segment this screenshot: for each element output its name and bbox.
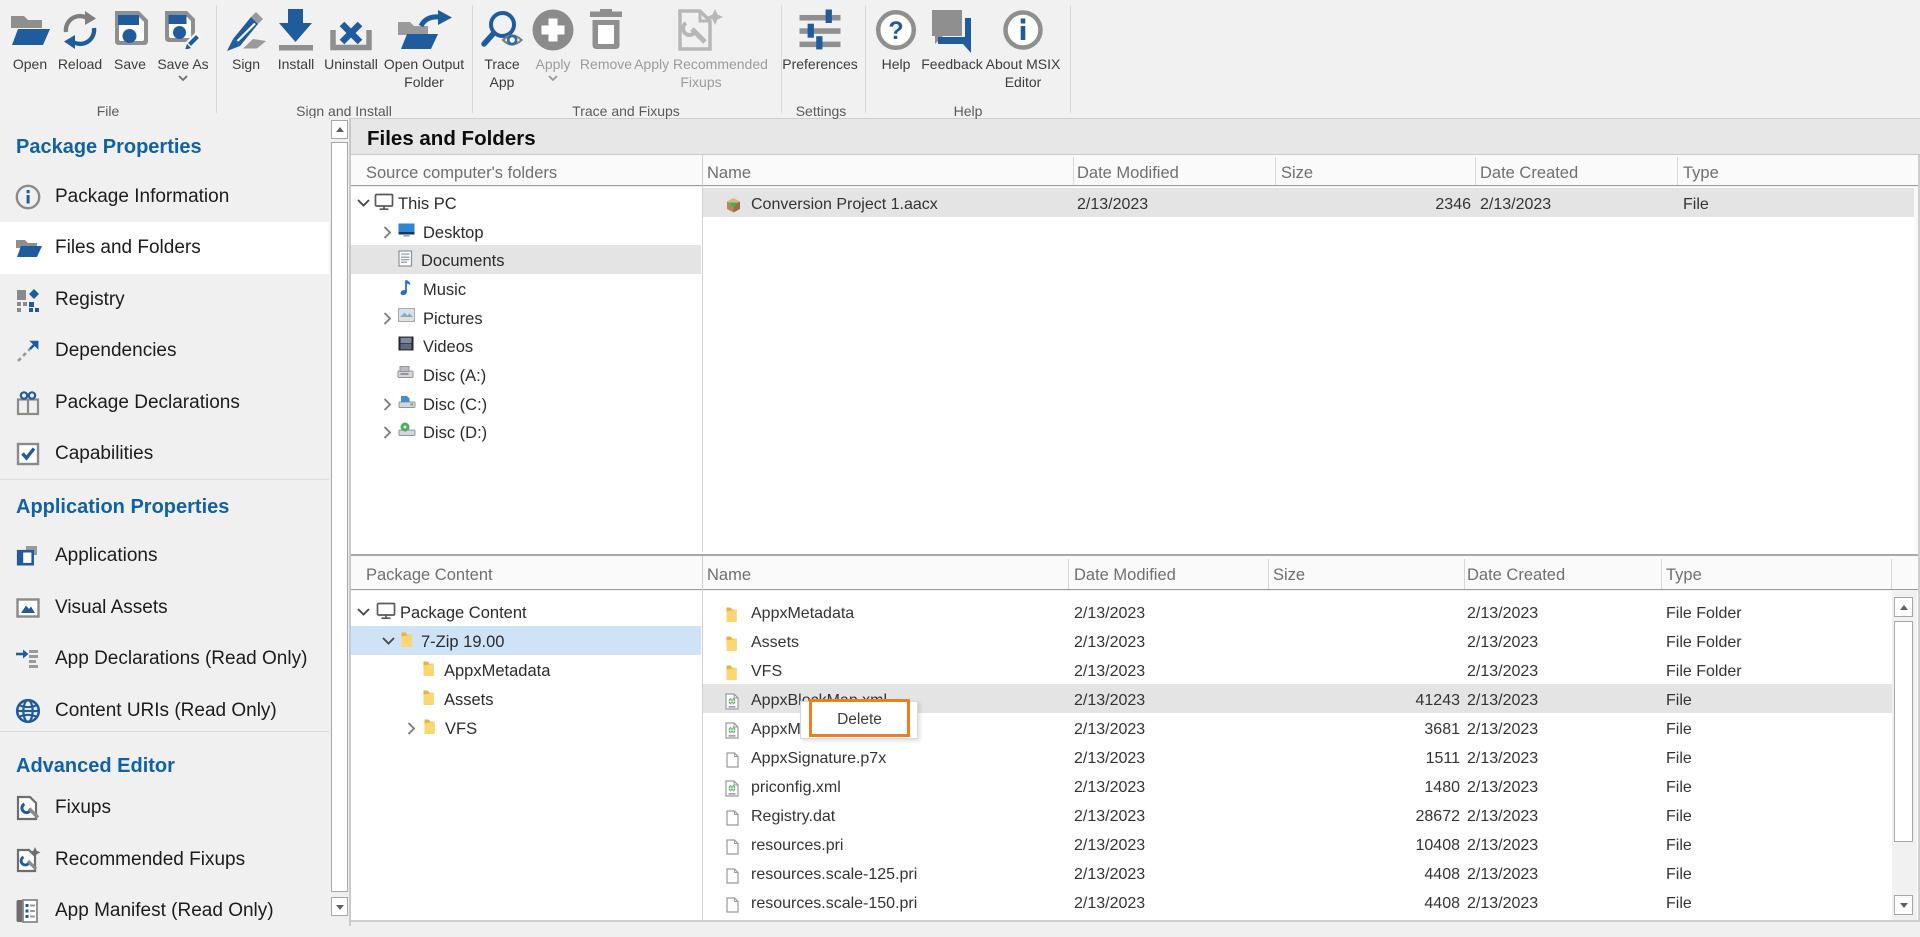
svg-text:?: ? bbox=[888, 17, 903, 45]
